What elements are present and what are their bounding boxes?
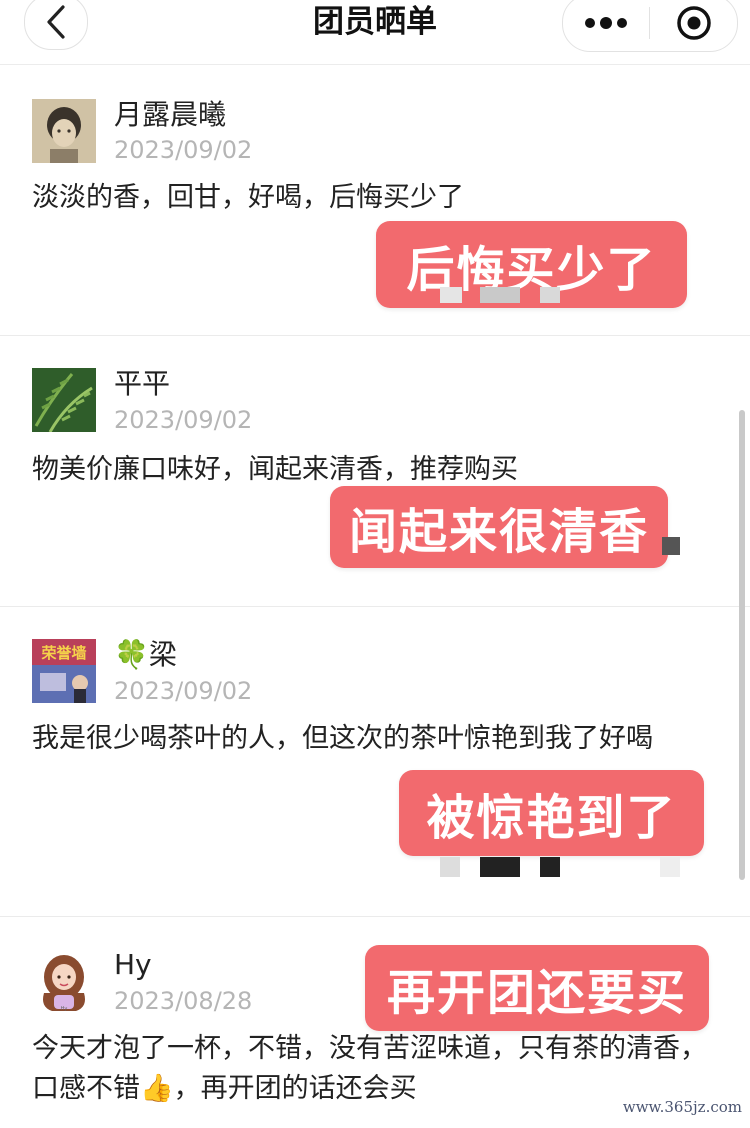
glitch-block <box>540 857 560 877</box>
more-dots-icon <box>585 17 627 29</box>
review-text: 今天才泡了一杯，不错，没有苦涩味道，只有茶的清香，口感不错👍，再开团的话还会买 <box>32 1033 707 1104</box>
review-text: 我是很少喝茶叶的人，但这次的茶叶惊艳到我了好喝 <box>32 723 653 754</box>
avatar-caption: 荣誉墙 <box>40 644 86 662</box>
glitch-block <box>480 287 520 303</box>
review-item: 平平 2023/09/02 物美价廉口味好，闻起来清香，推荐购买 闻起来很清香 <box>0 336 750 607</box>
glitch-block <box>440 287 462 303</box>
avatar <box>32 368 96 432</box>
review-item: Hy Hy 2023/08/28 今天才泡了一杯，不错，没有苦涩味道，只有茶的清… <box>0 917 750 1128</box>
review-date: 2023/09/02 <box>114 136 253 164</box>
highlight-sticker: 后悔买少了 <box>376 221 687 308</box>
glitch-block <box>662 537 680 555</box>
review-date: 2023/09/02 <box>114 406 253 434</box>
cartoon-girl-icon: Hy <box>32 949 96 1013</box>
scrollbar[interactable] <box>739 410 745 880</box>
girl-portrait-icon <box>32 99 96 163</box>
avatar: Hy <box>32 949 96 1013</box>
reviewer-name: Hy <box>114 948 152 981</box>
review-text: 物美价廉口味好，闻起来清香，推荐购买 <box>32 454 518 485</box>
target-circle-icon <box>676 6 711 40</box>
review-text: 淡淡的香，回甘，好喝，后悔买少了 <box>32 182 464 213</box>
highlight-sticker: 被惊艳到了 <box>399 770 704 856</box>
honor-poster-icon: 荣誉墙 <box>32 639 96 703</box>
highlight-sticker: 再开团还要买 <box>365 945 709 1031</box>
close-button[interactable] <box>650 0 737 51</box>
fern-leaves-icon <box>32 368 96 432</box>
avatar <box>32 99 96 163</box>
review-date: 2023/08/28 <box>114 987 253 1015</box>
glitch-block <box>440 857 460 877</box>
more-button[interactable] <box>563 0 649 51</box>
reviewer-name: 月露晨曦 <box>114 98 227 131</box>
avatar: 荣誉墙 <box>32 639 96 703</box>
site-watermark: www.365jz.com <box>622 1098 742 1116</box>
nav-bar: 团员晒单 <box>0 0 750 65</box>
review-item: 月露晨曦 2023/09/02 淡淡的香，回甘，好喝，后悔买少了 后悔买少了 <box>0 65 750 336</box>
glitch-block <box>660 857 680 877</box>
mini-program-capsule <box>562 0 738 52</box>
highlight-sticker: 闻起来很清香 <box>330 486 668 568</box>
reviewer-name: 🍀梁 <box>114 638 177 671</box>
avatar-caption: Hy <box>61 1006 68 1012</box>
review-date: 2023/09/02 <box>114 677 253 705</box>
reviewer-name: 平平 <box>114 367 171 400</box>
glitch-block <box>480 857 520 877</box>
glitch-block <box>540 287 560 303</box>
review-item: 荣誉墙 🍀梁 2023/09/02 我是很少喝茶叶的人，但这次的茶叶惊艳到我了好… <box>0 607 750 917</box>
